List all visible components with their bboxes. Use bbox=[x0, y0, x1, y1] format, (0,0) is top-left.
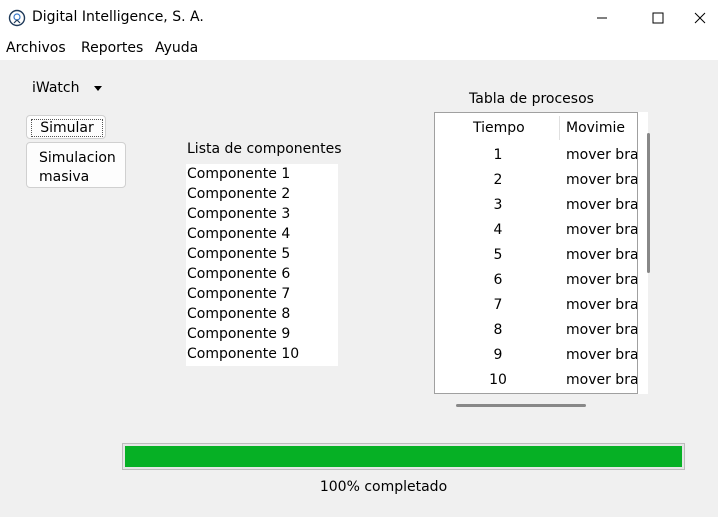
menu-reportes[interactable]: Reportes bbox=[81, 40, 143, 56]
masiva-label-line1: Simulacion bbox=[39, 150, 116, 166]
cell-tiempo: 2 bbox=[493, 172, 503, 188]
close-button[interactable] bbox=[694, 5, 718, 31]
list-item[interactable]: Componente 4 bbox=[186, 224, 338, 244]
device-select[interactable]: iWatch bbox=[32, 80, 79, 96]
cell-movimiento: mover braz bbox=[566, 347, 638, 363]
cell-movimiento: mover braz bbox=[566, 172, 638, 188]
list-item[interactable]: Componente 1 bbox=[186, 164, 338, 184]
menu-bar: Archivos Reportes Ayuda bbox=[0, 36, 718, 60]
cell-tiempo: 9 bbox=[493, 347, 503, 363]
list-item[interactable]: Componente 9 bbox=[186, 324, 338, 344]
minimize-button[interactable] bbox=[582, 5, 622, 31]
list-item[interactable]: Componente 5 bbox=[186, 244, 338, 264]
components-list[interactable]: Componente 1 Componente 2 Componente 3 C… bbox=[186, 164, 338, 366]
list-item[interactable]: Componente 3 bbox=[186, 204, 338, 224]
vertical-scroll-thumb[interactable] bbox=[647, 133, 650, 273]
progress-bar bbox=[122, 443, 685, 470]
maximize-icon bbox=[652, 12, 664, 24]
header-divider[interactable] bbox=[559, 116, 560, 140]
cell-movimiento: mover braz bbox=[566, 222, 638, 238]
cell-movimiento: mover braz bbox=[566, 197, 638, 213]
minimize-icon bbox=[597, 17, 607, 19]
table-row[interactable]: 4 mover braz bbox=[435, 222, 638, 247]
list-item[interactable]: Componente 2 bbox=[186, 184, 338, 204]
header-tiempo[interactable]: Tiempo bbox=[473, 120, 525, 136]
horizontal-scroll-thumb[interactable] bbox=[456, 404, 586, 407]
progress-fill bbox=[125, 446, 682, 467]
app-brain-icon bbox=[8, 9, 26, 27]
window-title: Digital Intelligence, S. A. bbox=[32, 9, 204, 25]
simulacion-masiva-button[interactable]: Simulacion masiva bbox=[26, 142, 126, 188]
simular-button[interactable]: Simular bbox=[26, 115, 106, 139]
table-row[interactable]: 1 mover braz bbox=[435, 147, 638, 172]
menu-ayuda[interactable]: Ayuda bbox=[155, 40, 198, 56]
header-movimiento[interactable]: Movimie bbox=[566, 120, 625, 136]
table-row[interactable]: 9 mover braz bbox=[435, 347, 638, 372]
cell-tiempo: 8 bbox=[493, 322, 503, 338]
close-icon bbox=[694, 12, 706, 24]
cell-tiempo: 1 bbox=[493, 147, 503, 163]
progress-label: 100% completado bbox=[319, 479, 448, 495]
list-item[interactable]: Componente 7 bbox=[186, 284, 338, 304]
list-item[interactable]: Componente 10 bbox=[186, 344, 338, 364]
table-header: Tiempo Movimie bbox=[435, 113, 637, 143]
cell-tiempo: 4 bbox=[493, 222, 503, 238]
list-item[interactable]: Componente 8 bbox=[186, 304, 338, 324]
table-row[interactable]: 2 mover braz bbox=[435, 172, 638, 197]
table-row[interactable]: 3 mover braz bbox=[435, 197, 638, 222]
cell-tiempo: 6 bbox=[493, 272, 503, 288]
cell-movimiento: mover braz bbox=[566, 272, 638, 288]
process-table[interactable]: Tiempo Movimie 1 mover braz 2 mover braz… bbox=[434, 112, 638, 394]
cell-tiempo: 7 bbox=[493, 297, 503, 313]
cell-movimiento: mover braz bbox=[566, 372, 638, 388]
components-title: Lista de componentes bbox=[187, 141, 342, 157]
maximize-button[interactable] bbox=[638, 5, 678, 31]
title-bar: Digital Intelligence, S. A. bbox=[0, 0, 718, 36]
cell-movimiento: mover braz bbox=[566, 297, 638, 313]
cell-tiempo: 3 bbox=[493, 197, 503, 213]
list-item[interactable]: Componente 6 bbox=[186, 264, 338, 284]
simular-label: Simular bbox=[31, 119, 103, 137]
dropdown-arrow-icon[interactable] bbox=[94, 86, 102, 91]
table-row[interactable]: 7 mover braz bbox=[435, 297, 638, 322]
menu-archivos[interactable]: Archivos bbox=[6, 40, 66, 56]
table-row[interactable]: 6 mover braz bbox=[435, 272, 638, 297]
cell-movimiento: mover braz bbox=[566, 322, 638, 338]
table-row[interactable]: 5 mover braz bbox=[435, 247, 638, 272]
cell-tiempo: 5 bbox=[493, 247, 503, 263]
cell-movimiento: mover braz bbox=[566, 247, 638, 263]
process-table-title: Tabla de procesos bbox=[469, 91, 594, 107]
table-row[interactable]: 10 mover braz bbox=[435, 372, 638, 393]
cell-tiempo: 10 bbox=[489, 372, 507, 388]
table-row[interactable]: 8 mover braz bbox=[435, 322, 638, 347]
cell-movimiento: mover braz bbox=[566, 147, 638, 163]
masiva-label-line2: masiva bbox=[39, 169, 90, 185]
